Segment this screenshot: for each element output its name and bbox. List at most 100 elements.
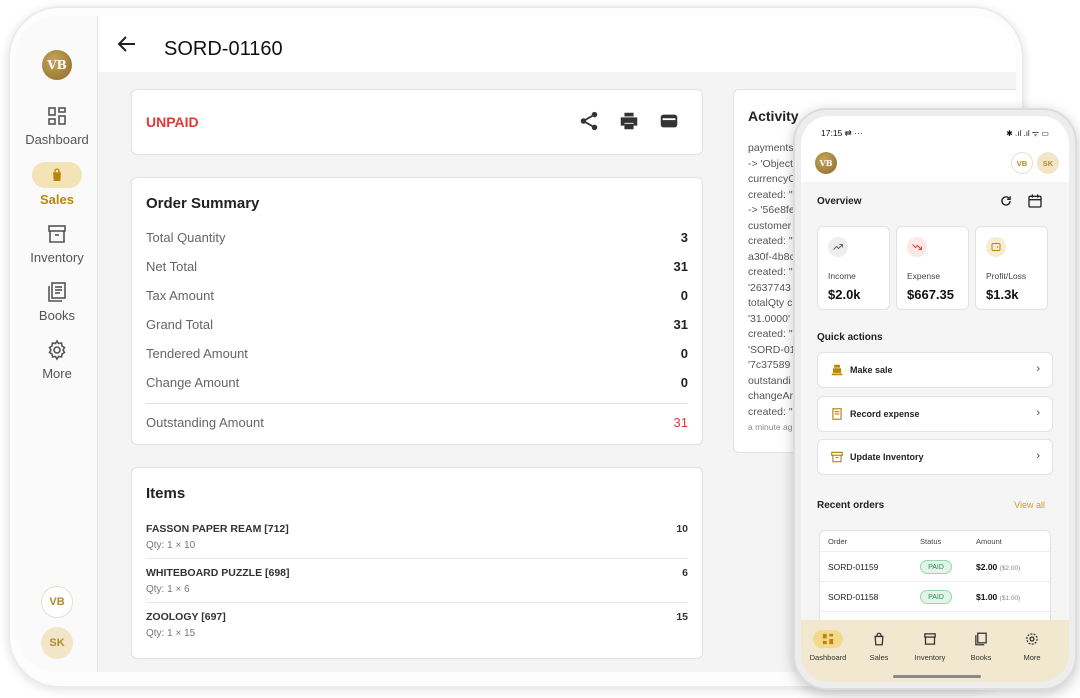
gear-icon	[48, 339, 66, 361]
make-sale-button[interactable]: Make sale ›	[817, 352, 1053, 388]
avatar[interactable]: SK	[1037, 152, 1059, 174]
cash-register-icon	[831, 364, 843, 376]
nav-label: More	[42, 366, 72, 381]
trending-down-icon	[907, 237, 927, 257]
nav-more[interactable]: More	[16, 338, 98, 381]
bottom-nav-more[interactable]: More	[1007, 630, 1057, 662]
section-title: Items	[146, 485, 186, 502]
action-label: Make sale	[850, 365, 893, 375]
profit-loss-stat[interactable]: Profit/Loss $1.3k	[975, 226, 1048, 310]
section-title: Order Summary	[146, 195, 260, 212]
row-label: Change Amount	[146, 375, 240, 390]
shopping-bag-icon	[874, 632, 884, 646]
table-row[interactable]: SORD-01158 PAID $1.00 ($1.00)	[820, 581, 1050, 611]
activity-line: changeAr	[748, 390, 793, 402]
item-name: ZOOLOGY [697]	[146, 611, 226, 623]
activity-line: 'SORD-01	[748, 343, 796, 356]
nav-sales[interactable]: Sales	[16, 162, 98, 207]
calendar-icon[interactable]	[1027, 193, 1043, 209]
avatar[interactable]: VB	[1011, 152, 1033, 174]
activity-line: created: "	[748, 235, 793, 247]
overview-title: Overview	[817, 196, 862, 207]
stat-value: $667.35	[907, 287, 954, 302]
table-row[interactable]: SORD-01159 PAID $2.00 ($2.00)	[820, 551, 1050, 581]
activity-time: a minute ag	[748, 422, 793, 432]
column-header: Status	[920, 537, 942, 546]
shopping-bag-icon	[53, 168, 61, 181]
brand-logo: VB	[42, 50, 72, 80]
status-badge: PAID	[920, 590, 952, 604]
divider	[146, 403, 688, 404]
column-header: Order	[828, 537, 848, 546]
recent-orders-table: Order Status Amount SORD-01159 PAID $2.0…	[819, 530, 1051, 626]
summary-row: Tax Amount 0	[146, 288, 688, 308]
avatar[interactable]: SK	[41, 627, 73, 659]
order-summary-card: Order Summary Total Quantity 3 Net Total 3…	[131, 177, 703, 445]
status-icons: ⇄ ···	[844, 128, 863, 138]
activity-line: a30f-4b8c	[748, 250, 795, 263]
books-icon	[48, 282, 66, 302]
income-stat[interactable]: Income $2.0k	[817, 226, 890, 310]
expense-stat[interactable]: Expense $667.35	[896, 226, 969, 310]
row-value: 31	[673, 259, 688, 274]
navigation-rail: VB Dashboard Sales Inventory Books More …	[16, 16, 98, 672]
trending-up-icon	[828, 237, 848, 257]
status-card: UNPAID	[131, 89, 703, 155]
item-qty: Qty: 1 × 15	[146, 628, 196, 639]
nav-label: Inventory	[914, 653, 946, 662]
list-item[interactable]: WHITEBOARD PUZZLE [698] Qty: 1 × 6 6	[146, 567, 688, 611]
status-right-icons: ✱ .ıl .ıl ᯤ ▭	[1006, 129, 1049, 138]
activity-line: '2637743	[748, 281, 791, 294]
receipt-icon	[832, 408, 842, 420]
stat-value: $2.0k	[828, 287, 861, 302]
books-icon	[975, 632, 987, 646]
gear-icon	[1026, 633, 1038, 645]
outstanding-value: 31	[673, 415, 688, 430]
column-header: Amount	[976, 537, 1002, 546]
nav-label: Dashboard	[25, 132, 89, 147]
wallet-icon[interactable]	[658, 110, 680, 132]
archive-icon	[831, 451, 843, 463]
refresh-icon[interactable]	[999, 194, 1013, 208]
list-item[interactable]: ZOOLOGY [697] Qty: 1 × 15 15	[146, 611, 688, 655]
amount-sub: ($1.00)	[999, 595, 1021, 602]
row-value: 31	[673, 317, 688, 332]
activity-line: created: "	[748, 266, 793, 278]
phone-screen: 17:15 ⇄ ··· ✱ .ıl .ıl ᯤ ▭ VB VB SK Overv…	[801, 116, 1069, 682]
active-indicator	[32, 162, 82, 188]
summary-row: Change Amount 0	[146, 375, 688, 395]
bottom-nav-inventory[interactable]: Inventory	[905, 630, 955, 662]
item-qty: Qty: 1 × 6	[146, 584, 190, 595]
update-inventory-button[interactable]: Update Inventory ›	[817, 439, 1053, 475]
order-amount: $2.00 ($2.00)	[976, 562, 1020, 572]
devices-stage: VB Dashboard Sales Inventory Books More …	[0, 0, 1080, 698]
bottom-nav-dashboard[interactable]: Dashboard	[803, 630, 853, 662]
nav-dashboard[interactable]: Dashboard	[16, 104, 98, 147]
print-icon[interactable]	[618, 110, 640, 132]
order-id: SORD-01159	[828, 562, 879, 572]
view-all-link[interactable]: View all	[1014, 500, 1045, 510]
activity-line: -> '56e8fe	[748, 204, 795, 216]
nav-books[interactable]: Books	[16, 280, 98, 323]
bottom-nav-sales[interactable]: Sales	[854, 630, 904, 662]
nav-label: Books	[970, 653, 992, 662]
action-label: Record expense	[850, 409, 920, 419]
amount-value: $2.00	[976, 562, 998, 572]
item-value: 10	[676, 523, 688, 535]
record-expense-button[interactable]: Record expense ›	[817, 396, 1053, 432]
nav-label: Inventory	[30, 250, 84, 265]
item-value: 6	[682, 567, 688, 579]
list-item[interactable]: FASSON PAPER REAM [712] Qty: 1 × 10 10	[146, 523, 688, 567]
nav-label: Sales	[40, 192, 74, 207]
share-icon[interactable]	[578, 110, 600, 132]
back-arrow-icon[interactable]	[118, 36, 136, 52]
row-label: Total Quantity	[146, 230, 226, 245]
divider	[146, 558, 688, 559]
order-id: SORD-01158	[828, 592, 879, 602]
avatar[interactable]: VB	[41, 586, 73, 618]
row-label: Outstanding Amount	[146, 415, 264, 430]
activity-line: -> 'Object	[748, 157, 793, 170]
nav-inventory[interactable]: Inventory	[16, 222, 98, 265]
bottom-nav-books[interactable]: Books	[956, 630, 1006, 662]
chevron-right-icon: ›	[1036, 363, 1040, 375]
